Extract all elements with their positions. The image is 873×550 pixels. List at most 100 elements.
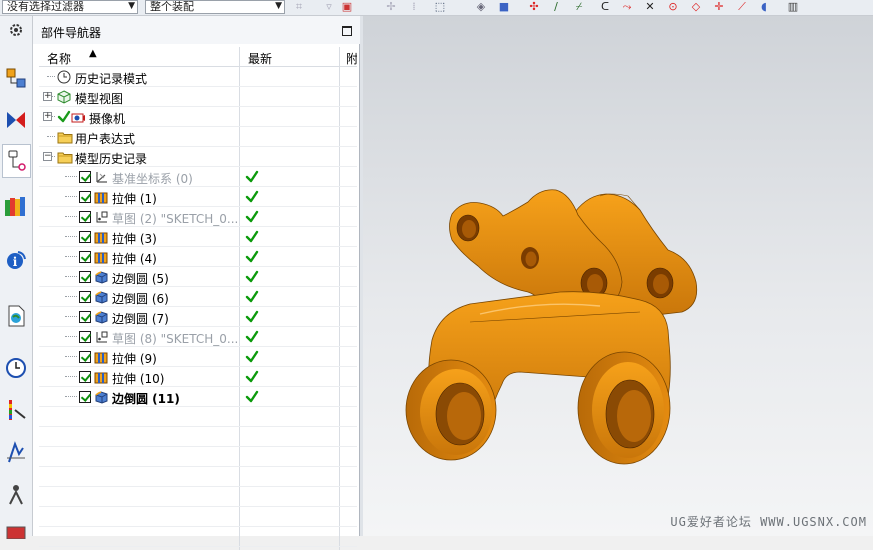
tree-row[interactable]: 边倒圆 (7) bbox=[39, 307, 357, 327]
tree-row[interactable]: 历史记录模式 bbox=[39, 67, 357, 87]
feature-checkbox[interactable] bbox=[79, 171, 91, 183]
latest-check-icon bbox=[245, 310, 259, 324]
collapse-icon[interactable]: − bbox=[43, 152, 52, 161]
snap-face-icon[interactable]: ◖ bbox=[757, 1, 771, 13]
tree-node-label: 边倒圆 (11) bbox=[112, 392, 180, 406]
datum-csys-icon bbox=[94, 170, 109, 184]
tree-connector bbox=[47, 136, 55, 137]
snap-quadrant-icon[interactable]: ◇ bbox=[689, 1, 703, 13]
tree-node-label: 拉伸 (1) bbox=[112, 192, 157, 206]
cube-view-icon[interactable]: ■ bbox=[497, 1, 511, 13]
tree-connector bbox=[47, 76, 55, 77]
info-icon[interactable]: i bbox=[4, 248, 28, 272]
palette-icon[interactable] bbox=[4, 398, 28, 422]
column-header-name[interactable]: 名称 bbox=[47, 50, 71, 67]
web-browser-icon[interactable] bbox=[4, 304, 28, 328]
column-header-attached[interactable]: 附 bbox=[346, 50, 357, 67]
navigator-header: 部件导航器 bbox=[33, 16, 360, 44]
tree-row[interactable]: 用户表达式 bbox=[39, 127, 357, 147]
model-view-icon bbox=[57, 90, 72, 104]
sort-ascending-icon[interactable]: ▲ bbox=[89, 48, 97, 59]
process-studio-icon[interactable] bbox=[4, 440, 28, 464]
bracket-3d-model[interactable] bbox=[363, 16, 873, 536]
feature-checkbox[interactable] bbox=[79, 251, 91, 263]
visibility-check-icon[interactable] bbox=[57, 110, 72, 124]
gear-icon[interactable] bbox=[4, 18, 28, 42]
part-navigator-icon[interactable] bbox=[2, 144, 31, 178]
expand-icon[interactable]: + bbox=[43, 92, 52, 101]
roles-icon[interactable] bbox=[4, 482, 28, 506]
tree-row[interactable]: − 模型历史记录 bbox=[39, 147, 357, 167]
latest-check-icon bbox=[245, 170, 259, 184]
edge-blend-icon bbox=[94, 270, 109, 284]
extrude-icon bbox=[94, 370, 109, 384]
expand-icon[interactable]: + bbox=[43, 112, 52, 121]
latest-check-icon bbox=[245, 350, 259, 364]
tree-connector bbox=[65, 296, 77, 297]
snap-end-icon[interactable]: ⁞ bbox=[407, 1, 421, 13]
feature-checkbox[interactable] bbox=[79, 291, 91, 303]
tree-connector bbox=[65, 276, 77, 277]
filter-icon[interactable]: ▿ bbox=[322, 1, 336, 13]
latest-check-icon bbox=[245, 190, 259, 204]
snap-bar-icon[interactable]: ▥ bbox=[786, 1, 800, 13]
tree-row[interactable]: 草图 (2) "SKETCH_0... bbox=[39, 207, 357, 227]
edge-blend-icon bbox=[94, 390, 109, 404]
feature-checkbox[interactable] bbox=[79, 211, 91, 223]
feature-checkbox[interactable] bbox=[79, 231, 91, 243]
snap-midpoint-icon[interactable]: ⤳ bbox=[620, 1, 634, 13]
history-clock-icon[interactable] bbox=[4, 356, 28, 380]
snap-line-icon[interactable]: ∕ bbox=[549, 1, 563, 13]
column-header-latest[interactable]: 最新 bbox=[248, 50, 272, 67]
constraint-navigator-icon[interactable] bbox=[4, 108, 28, 132]
tree-row[interactable]: 拉伸 (3) bbox=[39, 227, 357, 247]
selection-scope-dropdown[interactable]: 整个装配 ▼ bbox=[145, 0, 285, 14]
assembly-navigator-icon[interactable] bbox=[4, 66, 28, 90]
tree-row[interactable]: 草图 (8) "SKETCH_0... bbox=[39, 327, 357, 347]
clock-icon bbox=[57, 70, 72, 84]
snap-tangent-icon[interactable]: ⟋ bbox=[735, 1, 749, 13]
tree-node-label: 拉伸 (4) bbox=[112, 252, 157, 266]
tree-row[interactable]: 拉伸 (9) bbox=[39, 347, 357, 367]
snap-center-icon[interactable]: ⊙ bbox=[666, 1, 680, 13]
tree-row[interactable]: 拉伸 (10) bbox=[39, 367, 357, 387]
feature-checkbox[interactable] bbox=[79, 311, 91, 323]
feature-checkbox[interactable] bbox=[79, 391, 91, 403]
feature-checkbox[interactable] bbox=[79, 271, 91, 283]
tree-row[interactable]: + 模型视图 bbox=[39, 87, 357, 107]
tree-connector bbox=[65, 236, 77, 237]
tree-node-label: 边倒圆 (7) bbox=[112, 312, 169, 326]
tree-node-label: 模型历史记录 bbox=[75, 152, 148, 166]
snap-point-on-curve-icon[interactable]: ✛ bbox=[712, 1, 726, 13]
system-scenes-icon[interactable] bbox=[4, 520, 28, 544]
reuse-library-icon[interactable] bbox=[4, 194, 28, 218]
tree-row[interactable]: 拉伸 (4) bbox=[39, 247, 357, 267]
feature-checkbox[interactable] bbox=[79, 191, 91, 203]
latest-check-icon bbox=[245, 370, 259, 384]
snap-point-icon[interactable]: ✢ bbox=[384, 1, 398, 13]
feature-checkbox[interactable] bbox=[79, 331, 91, 343]
maximize-icon[interactable] bbox=[342, 26, 352, 36]
snap-end-point-icon[interactable]: ⌿ bbox=[572, 1, 586, 13]
selection-filter-dropdown[interactable]: 没有选择过滤器 ▼ bbox=[2, 0, 138, 14]
tree-row[interactable]: 边倒圆 (5) bbox=[39, 267, 357, 287]
feature-checkbox[interactable] bbox=[79, 351, 91, 363]
tree-row[interactable]: 边倒圆 (6) bbox=[39, 287, 357, 307]
extrude-icon bbox=[94, 230, 109, 244]
snap-grid-icon[interactable]: ✣ bbox=[527, 1, 541, 13]
tree-row[interactable]: 基准坐标系 (0) bbox=[39, 167, 357, 187]
extrude-icon bbox=[94, 250, 109, 264]
rectangle-select-icon[interactable]: ⬚ bbox=[433, 1, 447, 13]
shaded-view-icon[interactable]: ◈ bbox=[474, 1, 488, 13]
tree-row[interactable]: + 摄像机 bbox=[39, 107, 357, 127]
tree-row[interactable]: 边倒圆 (11) bbox=[39, 387, 357, 407]
snap-arc-icon[interactable]: ᑕ bbox=[598, 1, 612, 13]
general-selection-icon[interactable]: ⌗ bbox=[292, 1, 306, 13]
select-feature-icon[interactable]: ▣ bbox=[340, 1, 354, 13]
tree-node-label: 边倒圆 (5) bbox=[112, 272, 169, 286]
graphics-window[interactable]: UG爱好者论坛 WWW.UGSNX.COM bbox=[363, 16, 873, 536]
feature-checkbox[interactable] bbox=[79, 371, 91, 383]
tree-row[interactable]: 拉伸 (1) bbox=[39, 187, 357, 207]
edge-blend-icon bbox=[94, 290, 109, 304]
snap-intersection-icon[interactable]: ✕ bbox=[643, 1, 657, 13]
